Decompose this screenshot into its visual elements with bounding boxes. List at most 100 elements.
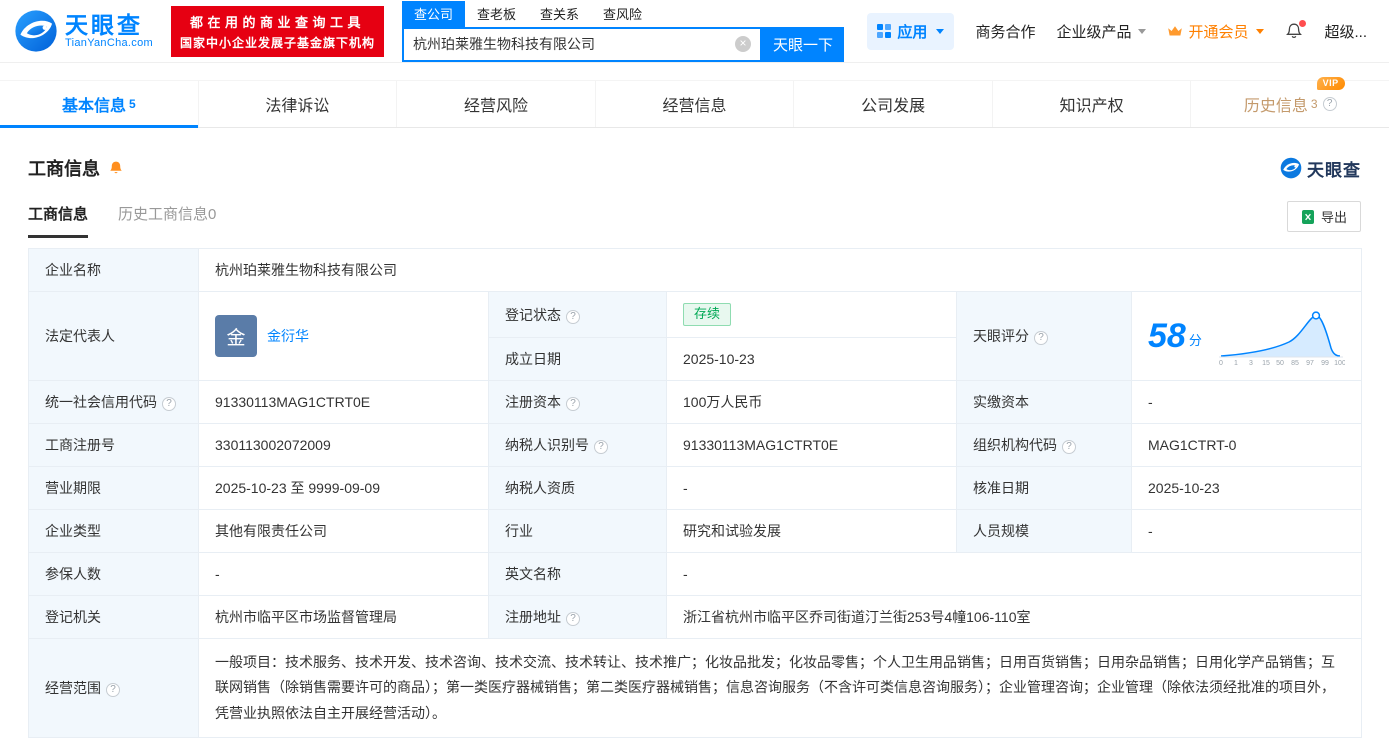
tab-basic-info[interactable]: 基本信息 5 — [0, 81, 199, 128]
staff-size-label: 人员规模 — [956, 509, 1132, 554]
chart-tick: 3 — [1249, 360, 1253, 366]
row-credit-code: 统一社会信用代码 91330113MAG1CTRT0E 注册资本 100万人民币… — [28, 380, 1362, 425]
nav-super-vip[interactable]: 超级... — [1324, 21, 1367, 42]
field-label: 天眼评分 — [973, 328, 1029, 345]
taxpayer-no-label: 纳税人识别号 — [488, 423, 667, 468]
establish-date-value: 2025-10-23 — [666, 337, 957, 382]
help-icon[interactable] — [1062, 440, 1076, 455]
scope-value: 一般项目：技术服务、技术开发、技术咨询、技术交流、技术转让、技术推广；化妆品批发… — [198, 638, 1362, 738]
tab-label: 基本信息 — [61, 98, 126, 115]
tab-intellectual-property[interactable]: 知识产权 — [993, 81, 1192, 127]
chevron-down-icon — [936, 28, 945, 34]
help-icon[interactable] — [566, 309, 580, 324]
field-label: 企业类型 — [45, 523, 101, 540]
tab-label: 经营信息 — [662, 98, 727, 115]
search-button[interactable]: 天眼一下 — [761, 26, 844, 62]
search-tab-relation[interactable]: 查关系 — [528, 1, 591, 27]
search-tabs: 查公司 查老板 查关系 查风险 — [401, 0, 844, 27]
tab-operation-info[interactable]: 经营信息 — [596, 81, 795, 127]
field-label: 英文名称 — [505, 566, 561, 583]
reg-capital-value: 100万人民币 — [666, 380, 957, 425]
nav-open-vip[interactable]: 开通会员 — [1167, 21, 1265, 42]
field-label: 行业 — [505, 523, 533, 540]
row-scope: 经营范围 一般项目：技术服务、技术开发、技术咨询、技术交流、技术转让、技术推广；… — [28, 638, 1362, 738]
tab-history-info[interactable]: VIP 历史信息 3 — [1191, 77, 1389, 127]
nav-label: 开通会员 — [1188, 23, 1249, 41]
nav-enterprise-products[interactable]: 企业级产品 — [1056, 21, 1147, 42]
credit-code-label: 统一社会信用代码 — [28, 380, 199, 425]
insured-label: 参保人数 — [28, 552, 199, 597]
help-icon[interactable] — [566, 612, 580, 627]
address-label: 注册地址 — [488, 595, 667, 640]
legal-rep-link[interactable]: 金衍华 — [267, 326, 309, 346]
banner-line2: 国家中小企业发展子基金旗下机构 — [179, 35, 375, 50]
apps-label: 应用 — [897, 23, 928, 41]
tianyancha-logo-icon — [15, 10, 57, 52]
establish-date-label: 成立日期 — [488, 337, 667, 382]
help-icon[interactable] — [594, 440, 608, 455]
company-type-value: 其他有限责任公司 — [198, 509, 489, 554]
legal-rep-avatar[interactable]: 金 — [215, 315, 257, 358]
company-type-label: 企业类型 — [28, 509, 199, 554]
field-label: 企业名称 — [45, 262, 101, 278]
tianyancha-logo[interactable]: 天眼查 TianYanCha.com — [14, 9, 153, 53]
approve-date-value: 2025-10-23 — [1131, 466, 1362, 511]
help-icon[interactable] — [1034, 331, 1048, 346]
watermark-text: 天眼查 — [1307, 160, 1361, 180]
apps-menu[interactable]: 应用 — [867, 12, 955, 50]
tab-label: 法律诉讼 — [265, 98, 330, 115]
address-value: 浙江省杭州市临平区乔司街道汀兰街253号4幢106-110室 — [666, 595, 1362, 640]
tab-label: 知识产权 — [1059, 98, 1124, 115]
tab-company-development[interactable]: 公司发展 — [794, 81, 993, 127]
brand-name: 天眼查 — [65, 11, 143, 38]
search-tab-company[interactable]: 查公司 — [401, 0, 465, 27]
status-badge: 存续 — [683, 303, 732, 327]
credit-code-value: 91330113MAG1CTRT0E — [198, 380, 489, 425]
export-button[interactable]: 导出 — [1286, 201, 1361, 232]
field-label: 核准日期 — [973, 480, 1029, 497]
search-tab-boss[interactable]: 查老板 — [465, 1, 528, 27]
notification-bell-icon[interactable] — [1285, 20, 1307, 40]
export-label: 导出 — [1320, 210, 1347, 225]
subscribe-bell-icon[interactable] — [108, 160, 124, 176]
field-label: 登记机关 — [45, 609, 101, 626]
field-label: 成立日期 — [505, 351, 561, 368]
field-label: 工商注册号 — [45, 437, 115, 454]
search-tab-risk[interactable]: 查风险 — [591, 1, 654, 27]
tab-legal-proceedings[interactable]: 法律诉讼 — [199, 81, 398, 127]
clear-search-icon[interactable] — [734, 36, 751, 52]
org-code-label: 组织机构代码 — [956, 423, 1132, 468]
term-value: 2025-10-23 至 9999-09-09 — [198, 466, 489, 511]
reg-no-value: 330113002072009 — [198, 423, 489, 468]
row-legal-rep: 法定代表人 金 金衍华 登记状态 存续 天眼评分 58 分 — [28, 290, 1362, 382]
logo-text: 天眼查 TianYanCha.com — [65, 13, 153, 49]
chart-tick: 1 — [1234, 360, 1238, 366]
nav-business-cooperation[interactable]: 商务合作 — [975, 21, 1035, 42]
field-label: 纳税人资质 — [505, 480, 575, 497]
tab-label: 经营风险 — [463, 98, 528, 115]
field-label: 纳税人识别号 — [505, 437, 589, 454]
subtab-history-business-info[interactable]: 历史工商信息0 — [118, 203, 216, 238]
nav-label: 企业级产品 — [1056, 23, 1132, 41]
tab-operation-risk[interactable]: 经营风险 — [397, 81, 596, 127]
tab-label: 公司发展 — [861, 98, 926, 115]
help-icon[interactable] — [162, 397, 176, 412]
vip-badge: VIP — [1316, 77, 1345, 90]
authority-value: 杭州市临平区市场监督管理局 — [198, 595, 489, 640]
score-label: 天眼评分 — [956, 290, 1132, 382]
score-number[interactable]: 58 分 — [1148, 319, 1202, 353]
help-icon[interactable] — [566, 397, 580, 412]
help-icon[interactable] — [1322, 97, 1337, 111]
field-label: 人员规模 — [973, 523, 1029, 540]
subtab-business-info[interactable]: 工商信息 — [28, 203, 89, 238]
search-input[interactable] — [412, 36, 735, 52]
help-icon[interactable] — [106, 682, 120, 697]
authority-label: 登记机关 — [28, 595, 199, 640]
banner-line1: 都在用的商业查询工具 — [189, 14, 365, 30]
legal-rep-label: 法定代表人 — [28, 290, 199, 382]
scope-label: 经营范围 — [28, 638, 199, 738]
search-block: 查公司 查老板 查关系 查风险 天眼一下 — [401, 0, 844, 62]
nav-label: 超级... — [1324, 23, 1367, 41]
reg-status-label: 登记状态 — [488, 290, 667, 339]
english-name-label: 英文名称 — [488, 552, 667, 597]
